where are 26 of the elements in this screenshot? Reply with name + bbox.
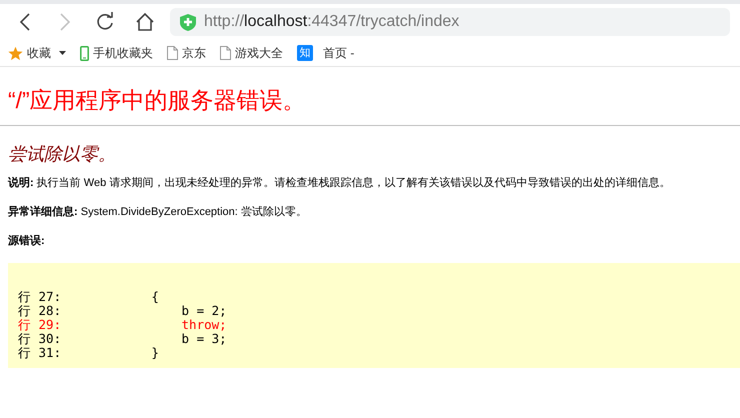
address-field[interactable]: http://localhost:44347/trycatch/index [170, 8, 730, 36]
page-title: “/”应用程序中的服务器错误。 [7, 86, 307, 115]
bookmark-link[interactable]: 手机收藏夹 [80, 44, 153, 62]
bookmark-link[interactable]: 知 首页 - [297, 44, 354, 62]
code-line: 行 28: b = 2; [18, 304, 228, 318]
page-icon [220, 46, 231, 60]
detail-text: 说明: 执行当前 Web 请求期间，出现未经处理的异常。请检查堆栈跟踪信息，以了解有关该错误以及代码中导致错误的出处的详细信息。 [6, 176, 672, 190]
error-message: 尝试除以零。 [7, 143, 117, 166]
detail-text: 源错误: [7, 234, 46, 248]
back-icon[interactable] [19, 12, 31, 32]
detail-text: 异常详细信息: System.DivideByZeroException: 尝试除以零。 [7, 205, 308, 219]
bookmark-link[interactable]: 京东 [167, 44, 206, 62]
phone-icon [80, 46, 89, 60]
code-line: 行 31: } [18, 346, 160, 360]
star-icon [8, 46, 23, 60]
bookmark-link[interactable]: 游戏大全 [220, 44, 283, 62]
code-line: 行 30: b = 3; [18, 332, 228, 346]
caret-icon[interactable] [59, 51, 66, 55]
home-icon[interactable] [135, 12, 155, 32]
page-icon [167, 46, 178, 60]
code-line: 行 29: throw; [18, 318, 228, 332]
bookmark-link[interactable]: 收藏 [8, 44, 51, 62]
code-line: 行 27: { [18, 290, 160, 304]
site-logo-icon: 知 [297, 45, 313, 61]
secure-shield-icon [180, 14, 196, 30]
reload-icon[interactable] [95, 12, 115, 32]
